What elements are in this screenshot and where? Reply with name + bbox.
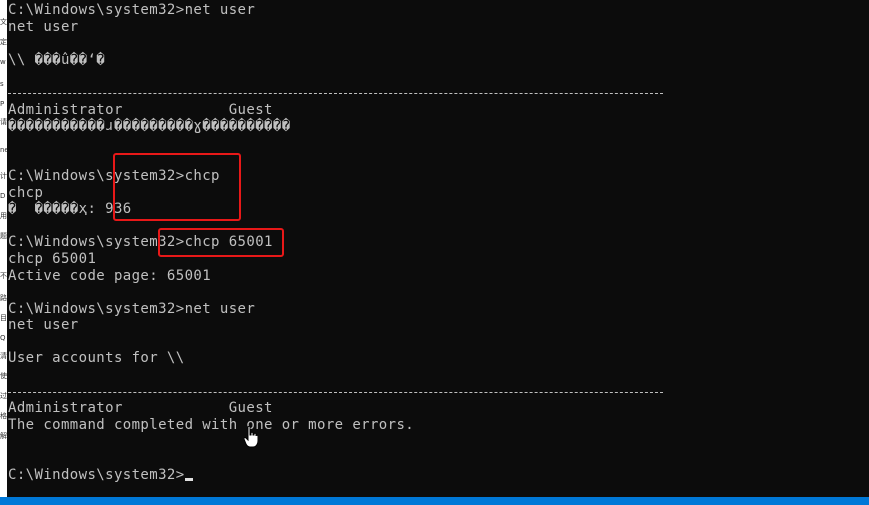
user-list-line: Administrator Guest xyxy=(8,400,273,417)
edge-glyph: 定 xyxy=(0,38,7,46)
dashed-separator xyxy=(8,85,848,102)
edge-glyph: 不 xyxy=(0,272,7,280)
active-prompt-line[interactable]: C:\Windows\system32> xyxy=(8,467,848,484)
edge-glyph: 格 xyxy=(0,412,7,420)
console-output[interactable]: C:\Windows\system32>net user net user \\… xyxy=(8,2,848,495)
edge-glyph: 过 xyxy=(0,392,7,400)
edge-glyph: 请 xyxy=(0,118,7,126)
edge-glyph: 计 xyxy=(0,172,7,180)
edge-glyph: s xyxy=(0,80,4,88)
background-window-edge: 文 定 w s P 请 ne 计 D 用 题 不 路 目 Q 清 使 过 格 解 xyxy=(0,0,7,505)
hand-pointer-icon xyxy=(244,426,258,448)
edge-glyph: 解 xyxy=(0,432,7,440)
echo-line: net user xyxy=(8,18,79,35)
edge-glyph: w xyxy=(0,58,6,66)
edge-glyph: 清 xyxy=(0,352,7,360)
edge-glyph: Q xyxy=(0,334,6,342)
dashed-separator xyxy=(8,384,848,401)
edge-glyph: 题 xyxy=(0,232,7,240)
edge-glyph: 路 xyxy=(0,294,7,302)
prompt-line: C:\Windows\system32>net user xyxy=(8,300,256,317)
echo-line: net user xyxy=(8,317,79,334)
edge-glyph: D xyxy=(0,192,6,200)
text-cursor xyxy=(184,477,193,481)
annotation-box-chcp xyxy=(113,153,241,221)
annotation-box-chcp-65001 xyxy=(158,228,284,257)
edge-glyph: ne xyxy=(0,146,7,154)
garbled-status-line: �����������ɹ���������ɣ���������� xyxy=(8,118,291,135)
prompt-line: C:\Windows\system32>chcp 65001 xyxy=(8,234,273,251)
prompt-line: C:\Windows\system32>net user xyxy=(8,2,256,18)
edge-glyph: 用 xyxy=(0,212,7,220)
edge-glyph: 使 xyxy=(0,372,7,380)
garbled-header-line: \\ ���û��ʻ� xyxy=(8,51,106,68)
taskbar-edge xyxy=(0,497,869,505)
edge-glyph: P xyxy=(0,100,5,108)
edge-glyph: 文 xyxy=(0,18,7,26)
accounts-header-line: User accounts for \\ xyxy=(8,350,185,367)
echo-line: chcp 65001 xyxy=(8,250,97,267)
result-line: The command completed with one or more e… xyxy=(8,416,415,433)
codepage-line: Active code page: 65001 xyxy=(8,267,212,284)
edge-glyph: 目 xyxy=(0,314,7,322)
user-list-line: Administrator Guest xyxy=(8,101,273,118)
prompt-text: C:\Windows\system32> xyxy=(8,466,185,483)
